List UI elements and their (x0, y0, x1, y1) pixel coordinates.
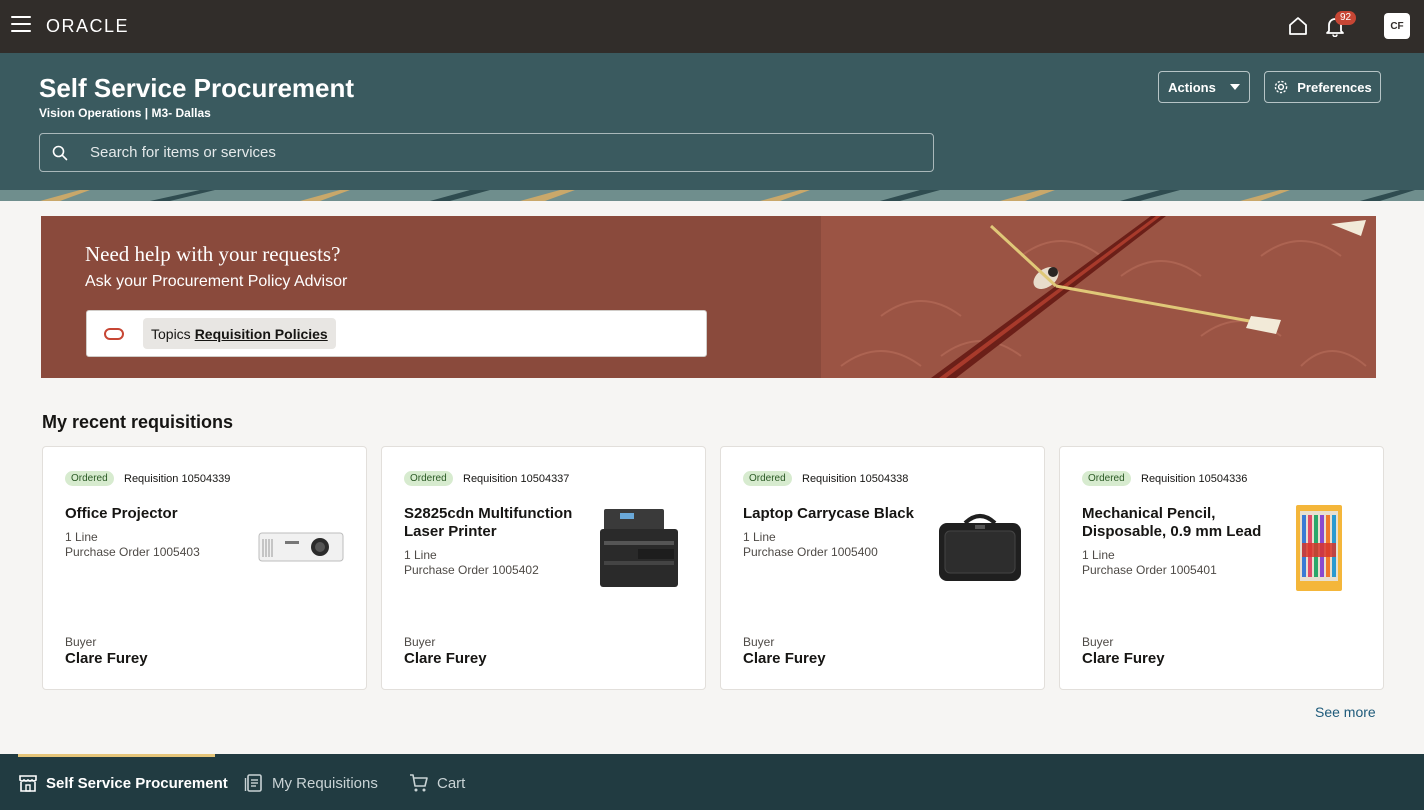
requisition-number: Requisition 10504336 (1141, 473, 1248, 485)
active-tab-indicator (18, 754, 215, 757)
buyer-label: Buyer (1082, 635, 1114, 649)
purchase-order: Purchase Order 1005403 (65, 545, 200, 559)
gear-icon (1274, 80, 1288, 94)
line-count: 1 Line (65, 530, 98, 544)
requisition-number: Requisition 10504337 (463, 473, 570, 485)
buyer-label: Buyer (65, 635, 97, 649)
chevron-down-icon (1229, 84, 1240, 90)
user-avatar[interactable]: CF (1384, 13, 1410, 39)
preferences-label: Preferences (1297, 79, 1372, 95)
nav-label: Self Service Procurement (46, 774, 228, 792)
search-input[interactable] (90, 144, 890, 161)
banner-title: Need help with your requests? (85, 242, 341, 266)
buyer-name: Clare Furey (743, 650, 826, 667)
buyer-name: Clare Furey (404, 650, 487, 667)
page-title: Self Service Procurement (39, 73, 355, 103)
item-name: Office Projector (65, 505, 178, 522)
notification-badge: 92 (1335, 11, 1357, 25)
line-count: 1 Line (404, 548, 437, 562)
search-field[interactable] (39, 133, 934, 172)
page-subtitle: Vision Operations | M3- Dallas (39, 106, 211, 120)
banner-subtitle: Ask your Procurement Policy Advisor (85, 273, 348, 290)
store-icon (19, 775, 37, 792)
pencil-pack-icon (1296, 505, 1342, 591)
purchase-order: Purchase Order 1005400 (743, 545, 878, 559)
purchase-order: Purchase Order 1005402 (404, 563, 539, 577)
search-icon (52, 145, 68, 160)
item-name: Laptop Carrycase Black (743, 505, 914, 522)
printer-icon (600, 509, 678, 587)
header-decorative-pattern (0, 190, 1424, 201)
buyer-name: Clare Furey (65, 650, 148, 667)
requisition-card[interactable]: Ordered Requisition 10504338 Laptop Carr… (720, 446, 1045, 690)
status-badge: Ordered (65, 471, 114, 486)
rowing-illustration (821, 216, 1376, 378)
nav-label: Cart (437, 774, 466, 792)
nav-label: My Requisitions (272, 774, 378, 792)
advisor-input-box[interactable]: Topics Requisition Policies (86, 310, 707, 357)
status-badge: Ordered (404, 471, 453, 486)
requisition-card[interactable]: Ordered Requisition 10504339 Office Proj… (42, 446, 367, 690)
actions-button[interactable]: Actions (1158, 71, 1250, 103)
nav-self-service-procurement[interactable]: Self Service Procurement (18, 772, 228, 794)
requisitions-icon (244, 774, 262, 792)
purchase-order: Purchase Order 1005401 (1082, 563, 1217, 577)
status-badge: Ordered (743, 471, 792, 486)
policy-advisor-banner: Need help with your requests? Ask your P… (41, 216, 1376, 378)
buyer-name: Clare Furey (1082, 650, 1165, 667)
home-icon[interactable] (1287, 15, 1309, 37)
status-badge: Ordered (1082, 471, 1131, 486)
see-more-link[interactable]: See more (1315, 704, 1376, 720)
topics-label: Topics (151, 325, 191, 342)
nav-cart[interactable]: Cart (409, 772, 465, 794)
requisition-card[interactable]: Ordered Requisition 10504337 S2825cdn Mu… (381, 446, 706, 690)
nav-my-requisitions[interactable]: My Requisitions (244, 772, 378, 794)
oracle-o-icon (104, 328, 124, 340)
laptop-bag-icon (939, 514, 1021, 581)
requisition-number: Requisition 10504338 (802, 473, 909, 485)
actions-label: Actions (1168, 79, 1216, 95)
section-title: My recent requisitions (42, 412, 234, 432)
bottom-navigation: Self Service Procurement My Requisitions… (0, 754, 1424, 810)
topics-chip[interactable]: Topics Requisition Policies (143, 318, 336, 349)
line-count: 1 Line (1082, 548, 1115, 562)
oracle-logo[interactable]: ORACLE (46, 16, 129, 37)
requisition-number: Requisition 10504339 (124, 473, 231, 485)
item-name: Mechanical Pencil, Disposable, 0.9 mm Le… (1082, 505, 1262, 540)
top-bar: ORACLE 92 CF (0, 0, 1424, 53)
page-header: Self Service Procurement Vision Operatio… (0, 53, 1424, 201)
hamburger-menu-icon[interactable] (11, 16, 31, 36)
requisition-card[interactable]: Ordered Requisition 10504336 Mechanical … (1059, 446, 1384, 690)
buyer-label: Buyer (404, 635, 436, 649)
requisition-policies-link[interactable]: Requisition Policies (195, 326, 328, 342)
projector-icon (258, 532, 344, 562)
line-count: 1 Line (743, 530, 776, 544)
buyer-label: Buyer (743, 635, 775, 649)
preferences-button[interactable]: Preferences (1264, 71, 1381, 103)
item-name: S2825cdn Multifunction Laser Printer (404, 505, 573, 540)
cart-icon (410, 774, 428, 792)
